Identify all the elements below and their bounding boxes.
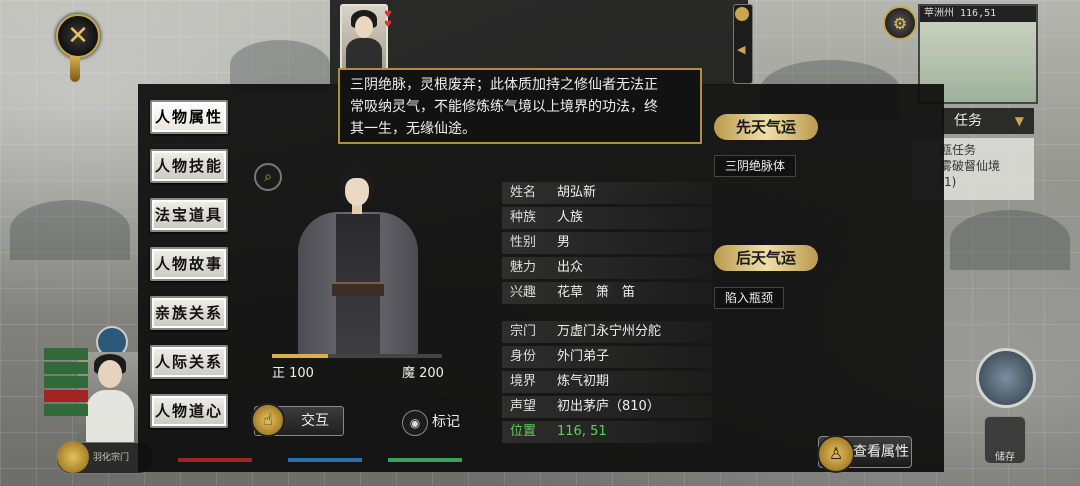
- tooltip-line: 常吸纳灵气，不能修炼练气境以上境界的功法，终: [350, 99, 658, 115]
- tab-family[interactable]: 亲族关系: [150, 296, 228, 330]
- info-key: 声望: [510, 399, 537, 414]
- info-value: 初出茅庐（810）: [557, 399, 660, 414]
- quest-tab-label: 任务: [954, 113, 982, 129]
- info-row-sect: 宗门 万虚门永宁州分舵: [502, 321, 712, 343]
- tab-attributes[interactable]: 人物属性: [150, 100, 228, 134]
- info-value: 炼气初期: [557, 374, 610, 389]
- quest-line: 瓯任务: [940, 143, 977, 157]
- status-bar-red: [178, 458, 252, 462]
- side-shortcut[interactable]: [44, 348, 88, 360]
- quest-tab[interactable]: 任务 ▼: [942, 108, 1034, 134]
- mark-label: 标记: [432, 414, 460, 430]
- figure-icon: ♙: [817, 435, 855, 473]
- close-tassel-decoration: [70, 56, 80, 82]
- companion-avatar[interactable]: [976, 348, 1036, 408]
- eye-icon: ◉: [402, 410, 428, 436]
- portrait-face: [355, 16, 373, 38]
- scroll-top-icon: [735, 7, 749, 21]
- tooltip-line: 其一生，无缘仙途。: [350, 121, 476, 137]
- info-value: 胡弘新: [557, 185, 597, 200]
- info-row-race: 种族 人族: [502, 207, 712, 229]
- good-value: 正 100: [272, 366, 314, 381]
- info-value: 外门弟子: [557, 349, 610, 364]
- info-value: 人族: [557, 210, 584, 225]
- interact-button[interactable]: ☝ 交互: [251, 403, 344, 437]
- map-mountain: [230, 40, 330, 90]
- info-key: 姓名: [510, 185, 537, 200]
- info-key: 性别: [510, 235, 537, 250]
- acquired-luck-title: 后天气运: [714, 245, 818, 271]
- tooltip-line: 三阴绝脉，灵根废弃；此体质加持之修仙者无法正: [350, 77, 658, 93]
- side-shortcut[interactable]: [44, 390, 88, 402]
- side-shortcut[interactable]: [44, 376, 88, 388]
- sect-shortcut-label: 羽化宗门: [93, 453, 130, 463]
- info-key: 位置: [510, 424, 537, 439]
- info-value: 116, 51: [557, 424, 607, 439]
- heart-icon: ♥: [384, 20, 393, 30]
- info-key: 种族: [510, 210, 537, 225]
- minimap-location: 苹洲州 116,51: [920, 6, 1036, 22]
- info-row-identity: 身份 外门弟子: [502, 346, 712, 368]
- figure-face: [345, 178, 369, 206]
- info-key: 宗门: [510, 324, 537, 339]
- portrait-body: [346, 38, 382, 68]
- map-mountain: [950, 210, 1070, 270]
- bottom-status-bars: [178, 458, 462, 462]
- info-row-hobby: 兴趣 花草 箫 笛: [502, 282, 712, 304]
- character-portrait-card[interactable]: [340, 4, 388, 70]
- character-figure: [278, 160, 438, 356]
- map-mountain: [10, 200, 130, 260]
- info-value: 万虚门永宁州分舵: [557, 324, 662, 339]
- acquired-luck-tag[interactable]: 陷入瓶颈: [714, 287, 785, 309]
- tab-skills[interactable]: 人物技能: [150, 149, 228, 183]
- gear-icon[interactable]: ⚙: [883, 6, 917, 40]
- chevron-down-icon: ▼: [1014, 114, 1024, 128]
- tab-treasures[interactable]: 法宝道具: [150, 198, 228, 232]
- morality-bar: [272, 354, 442, 358]
- info-key: 身份: [510, 349, 537, 364]
- info-row-name: 姓名 胡弘新: [502, 182, 712, 204]
- info-row-position: 位置 116, 51: [502, 421, 712, 443]
- evil-value: 魔 200: [402, 366, 444, 381]
- tab-story[interactable]: 人物故事: [150, 247, 228, 281]
- status-bar-blue: [288, 458, 362, 462]
- hand-icon: ☝: [251, 403, 285, 437]
- info-row-reputation: 声望 初出茅庐（810）: [502, 396, 712, 418]
- heart-icon: ♥: [384, 10, 393, 20]
- chevron-left-icon: ◀: [737, 43, 746, 56]
- info-value: 出众: [557, 260, 584, 275]
- close-icon: ✕: [67, 21, 89, 51]
- trait-tooltip: 三阴绝脉，灵根废弃；此体质加持之修仙者无法正 常吸纳灵气，不能修炼练气境以上境界…: [338, 68, 702, 144]
- tab-relations[interactable]: 人际关系: [150, 345, 228, 379]
- sect-icon: [57, 441, 89, 473]
- side-shortcut[interactable]: [44, 404, 88, 416]
- innate-luck-title: 先天气运: [714, 114, 818, 140]
- tab-dao-heart[interactable]: 人物道心: [150, 394, 228, 428]
- info-row-charm: 魅力 出众: [502, 257, 712, 279]
- morality-bar-fill: [272, 354, 329, 358]
- info-value: 男: [557, 235, 571, 250]
- figure-belt: [332, 282, 384, 296]
- info-key: 兴趣: [510, 285, 537, 300]
- interact-label: 交互: [301, 413, 329, 429]
- avatar-face: [98, 360, 122, 388]
- mark-button[interactable]: ◉ 标记: [402, 410, 464, 436]
- view-attributes-button[interactable]: ♙ 查看属性: [817, 435, 912, 473]
- info-row-gender: 性别 男: [502, 232, 712, 254]
- info-value: 花草 箫 笛: [557, 285, 636, 300]
- status-bar-green: [388, 458, 462, 462]
- info-row-realm: 境界 炼气初期: [502, 371, 712, 393]
- storage-button[interactable]: 储存: [984, 416, 1026, 464]
- info-key: 境界: [510, 374, 537, 389]
- quest-line: /1): [940, 175, 957, 189]
- storage-label: 储存: [995, 452, 1015, 463]
- close-button[interactable]: ✕: [56, 14, 100, 58]
- side-shortcut[interactable]: [44, 362, 88, 374]
- view-attributes-label: 查看属性: [853, 444, 909, 460]
- info-key: 魅力: [510, 260, 537, 275]
- quest-line: 雾破督仙境: [940, 159, 1001, 173]
- strip-scroll-handle[interactable]: ◀: [733, 4, 753, 84]
- avatar-body: [86, 390, 134, 442]
- innate-luck-tag[interactable]: 三阴绝脉体: [714, 155, 797, 177]
